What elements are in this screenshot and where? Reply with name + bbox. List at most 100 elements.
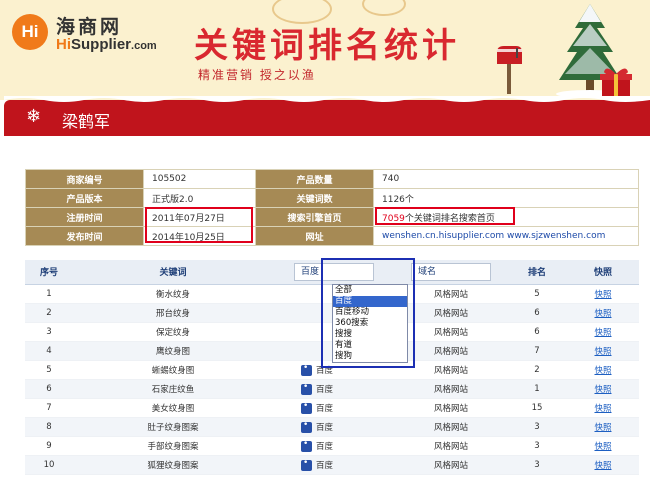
- row-index: 8: [25, 417, 73, 437]
- snapshot-link[interactable]: 快照: [594, 461, 611, 471]
- row-keyword: 肚子纹身图案: [73, 417, 273, 437]
- user-name: 梁鹤军: [62, 112, 111, 131]
- logo-mark[interactable]: Hi: [12, 14, 48, 50]
- row-index: 7: [25, 398, 73, 418]
- row-rank: 3: [507, 436, 567, 456]
- info-row: 产品版本 正式版2.0 关键词数 1126个: [25, 188, 639, 208]
- table-row: 7美女纹身图 百度 风格网站15 快照: [25, 398, 639, 418]
- snapshot-cell: 快照: [567, 341, 639, 361]
- snapshot-link[interactable]: 快照: [594, 328, 611, 338]
- logo-en-hi: Hi: [56, 36, 71, 53]
- merchant-info-table: 商家编号 105502 产品数量 740 产品版本 正式版2.0 关键词数 11…: [25, 169, 639, 246]
- row-rank: 2: [507, 360, 567, 380]
- engine-dropdown-list[interactable]: 全部 百度 百度移动 360搜索 搜搜 有道 搜狗: [332, 284, 408, 363]
- website-links[interactable]: wenshen.cn.hisupplier.com www.sjzwenshen…: [373, 226, 639, 246]
- row-keyword: 美女纹身图: [73, 398, 273, 418]
- info-label: 产品版本: [25, 188, 144, 208]
- homepage-count-highlight-box: [375, 207, 515, 225]
- decorative-knot: [362, 0, 406, 16]
- snapshot-cell: 快照: [567, 360, 639, 380]
- row-index: 3: [25, 322, 73, 342]
- engine-option[interactable]: 搜狗: [333, 351, 407, 362]
- engine-option[interactable]: 360搜索: [333, 318, 407, 329]
- baidu-paw-icon: [301, 401, 312, 414]
- row-domain: 风格网站: [395, 417, 507, 437]
- row-index: 9: [25, 436, 73, 456]
- engine-name: 百度: [316, 422, 334, 433]
- keyword-ranking-page: Hi 海商网 HiSupplier.com 关键词排名统计 精准营销 授之以渔: [0, 0, 650, 480]
- logo-chinese-name[interactable]: 海商网: [56, 12, 122, 39]
- baidu-paw-icon: [301, 363, 312, 376]
- row-keyword: 保定纹身: [73, 322, 273, 342]
- snapshot-link[interactable]: 快照: [594, 442, 611, 452]
- logo-en-com: .com: [131, 40, 157, 52]
- info-label: 发布时间: [25, 226, 144, 246]
- row-rank: 5: [507, 284, 567, 304]
- header-keyword: 关键词: [73, 260, 273, 285]
- snapshot-cell: 快照: [567, 398, 639, 418]
- snapshot-link[interactable]: 快照: [594, 385, 611, 395]
- table-row: 8肚子纹身图案 百度 风格网站3 快照: [25, 417, 639, 437]
- snapshot-cell: 快照: [567, 284, 639, 304]
- engine-option[interactable]: 百度: [333, 296, 407, 307]
- snow-edge-decoration: [4, 96, 650, 102]
- snapshot-cell: 快照: [567, 379, 639, 399]
- snapshot-link[interactable]: 快照: [594, 347, 611, 357]
- snapshot-link[interactable]: 快照: [594, 309, 611, 319]
- row-domain: 风格网站: [395, 398, 507, 418]
- row-index: 10: [25, 455, 73, 475]
- snapshot-cell: 快照: [567, 455, 639, 475]
- header-banner: Hi 海商网 HiSupplier.com 关键词排名统计 精准营销 授之以渔: [0, 0, 650, 100]
- engine-name: 百度: [316, 460, 334, 471]
- snapshot-cell: 快照: [567, 436, 639, 456]
- header-snapshot: 快照: [567, 260, 639, 285]
- row-rank: 1: [507, 379, 567, 399]
- row-rank: 15: [507, 398, 567, 418]
- row-keyword: 衡水纹身: [73, 284, 273, 304]
- info-label: 注册时间: [25, 207, 144, 227]
- snapshot-link[interactable]: 快照: [594, 290, 611, 300]
- info-row: 注册时间 2011年07月27日 搜索引擎首页 7059个关键词排名搜索首页: [25, 207, 639, 227]
- snapshot-link[interactable]: 快照: [594, 423, 611, 433]
- info-row: 商家编号 105502 产品数量 740: [25, 169, 639, 189]
- row-rank: 3: [507, 455, 567, 475]
- table-row: 10狐狸纹身图案 百度 风格网站3 快照: [25, 455, 639, 475]
- row-rank: 7: [507, 341, 567, 361]
- snapshot-link[interactable]: 快照: [594, 404, 611, 414]
- info-label: 搜索引擎首页: [255, 207, 374, 227]
- row-rank: 6: [507, 322, 567, 342]
- row-engine: 百度: [273, 436, 395, 456]
- row-engine: 百度: [273, 417, 395, 437]
- row-domain: 风格网站: [395, 455, 507, 475]
- table-row: 9手部纹身图案 百度 风格网站3 快照: [25, 436, 639, 456]
- row-index: 5: [25, 360, 73, 380]
- engine-option[interactable]: 搜搜: [333, 329, 407, 340]
- info-label: 产品数量: [255, 169, 374, 189]
- row-keyword: 邢台纹身: [73, 303, 273, 323]
- row-engine: 百度: [273, 379, 395, 399]
- row-domain: 风格网站: [395, 436, 507, 456]
- row-keyword: 鹰纹身图: [73, 341, 273, 361]
- info-label: 商家编号: [25, 169, 144, 189]
- snapshot-cell: 快照: [567, 322, 639, 342]
- info-label: 网址: [255, 226, 374, 246]
- snapshot-link[interactable]: 快照: [594, 366, 611, 376]
- page-title: 关键词排名统计: [194, 26, 460, 66]
- row-index: 2: [25, 303, 73, 323]
- engine-name: 百度: [316, 384, 334, 395]
- header-index: 序号: [25, 260, 73, 285]
- page-subtitle: 精准营销 授之以渔: [198, 68, 316, 82]
- info-value: 正式版2.0: [143, 188, 256, 208]
- mailbox-icon: [497, 46, 522, 94]
- engine-option[interactable]: 百度移动: [333, 307, 407, 318]
- dates-highlight-box: [145, 207, 253, 243]
- row-keyword: 手部纹身图案: [73, 436, 273, 456]
- row-rank: 6: [507, 303, 567, 323]
- logo-en-rest: Supplier: [71, 36, 132, 53]
- domain-filter-select[interactable]: 域名: [411, 262, 491, 281]
- engine-option[interactable]: 全部: [333, 285, 407, 296]
- row-engine: 百度: [273, 398, 395, 418]
- gift-box-icon: [600, 68, 632, 98]
- engine-option[interactable]: 有道: [333, 340, 407, 351]
- logo-english-name[interactable]: HiSupplier.com: [56, 36, 157, 53]
